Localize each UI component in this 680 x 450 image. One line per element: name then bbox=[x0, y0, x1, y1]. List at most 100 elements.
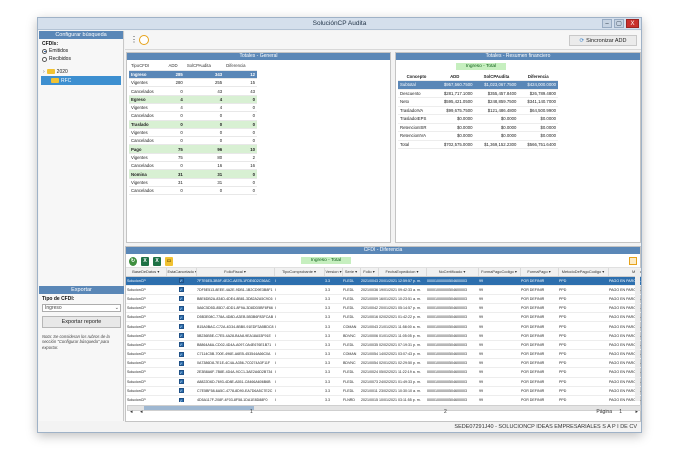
refresh-icon[interactable]: ↻ bbox=[129, 257, 137, 266]
first-page-icon[interactable]: ◂ bbox=[130, 409, 133, 415]
table-row[interactable]: Cancelados 0 0 0 bbox=[129, 136, 257, 146]
column-header[interactable]: FormaPagoCodigo ▾ bbox=[478, 268, 521, 277]
checkbox-checked-icon[interactable]: ✓ bbox=[178, 287, 184, 293]
checkbox-checked-icon[interactable]: ✓ bbox=[178, 351, 184, 357]
table-row[interactable]: Cancelados 0 0 0 bbox=[129, 111, 257, 121]
table-row[interactable]: Subtotal $957,560.7500 $1,023,067.7500 $424… bbox=[398, 80, 558, 90]
table-row[interactable]: Nomina 31 31 0 bbox=[129, 169, 257, 179]
column-header[interactable]: SolCPAudita bbox=[184, 62, 225, 71]
excel-detail-icon[interactable]: X bbox=[153, 257, 161, 266]
chevron-right-icon[interactable]: › bbox=[43, 69, 45, 75]
filter-icon[interactable]: ▾ bbox=[548, 269, 551, 274]
filter-icon[interactable]: ▾ bbox=[601, 269, 604, 274]
table-cell[interactable]: ✓ bbox=[166, 331, 196, 341]
table-row[interactable]: SolucionCP ✓ B8864A6A-CD02-4D4A-A097-0A4E6… bbox=[126, 340, 641, 351]
table-cell[interactable]: ✓ bbox=[166, 276, 196, 286]
export-report-button[interactable]: Exportar reporte bbox=[42, 316, 121, 328]
excel-export-icon[interactable]: X bbox=[141, 257, 149, 266]
table-row[interactable]: SolucionCP ✓ B15A0BAC-C72A-4D34-8BB0-91EDF… bbox=[126, 321, 641, 332]
table-cell[interactable]: ✓ bbox=[166, 285, 196, 295]
filter-icon[interactable]: ▾ bbox=[338, 269, 341, 274]
history-icon[interactable] bbox=[139, 35, 149, 45]
table-cell[interactable]: ✓ bbox=[166, 303, 196, 314]
checkbox-checked-icon[interactable]: ✓ bbox=[178, 305, 184, 311]
checkbox-checked-icon[interactable]: ✓ bbox=[178, 388, 184, 394]
radio-emitidos[interactable]: Emitidos bbox=[39, 47, 123, 55]
table-row[interactable]: SolucionCP ✓ 7F7E6E5-3B5F-4E2C-A87B-1FDE6D… bbox=[126, 276, 641, 286]
close-button[interactable]: X bbox=[626, 19, 639, 28]
menu-dots-icon[interactable]: ⋮ bbox=[130, 36, 138, 44]
table-row[interactable]: SolucionCP ✓ C7114C5B-700E-496E-A6EB-45354… bbox=[126, 349, 641, 360]
filter-icon[interactable]: ▾ bbox=[415, 269, 418, 274]
table-cell[interactable]: ✓ bbox=[166, 321, 196, 332]
table-row[interactable]: SolucionCP ✓ A8822D6D-7693-4D8E-A551-C8466… bbox=[126, 377, 641, 387]
checkbox-checked-icon[interactable]: ✓ bbox=[178, 278, 184, 284]
table-row[interactable]: SolucionCP ✓ 5B236B5E-C7E5-4A28-B4A8-9EA18… bbox=[126, 331, 641, 341]
table-cell[interactable]: ✓ bbox=[166, 294, 196, 305]
column-header[interactable]: Serie ▾ bbox=[342, 268, 361, 277]
maximize-button[interactable]: ▢ bbox=[614, 19, 624, 28]
radio-recibidos[interactable]: Recibidos bbox=[39, 55, 123, 63]
table-row[interactable]: Neto $595,421.0500 $248,859.7500 $341,140.7… bbox=[398, 97, 558, 107]
vertical-scrollbar[interactable] bbox=[635, 269, 640, 401]
filter-icon[interactable]: ▾ bbox=[313, 269, 316, 274]
checkbox-checked-icon[interactable]: ✓ bbox=[178, 314, 184, 320]
table-row[interactable]: Traslado 0 0 0 bbox=[129, 120, 257, 129]
table-row[interactable]: Vigentes 31 31 0 bbox=[129, 178, 257, 187]
column-header[interactable]: FormaPago ▾ bbox=[520, 268, 559, 277]
filter-icon[interactable]: ▾ bbox=[156, 269, 159, 274]
table-row[interactable]: TrasladoIVA $99,675.7500 $121,486.4800 $64,… bbox=[398, 106, 558, 115]
table-cell[interactable]: ✓ bbox=[166, 367, 196, 378]
table-row[interactable]: TrasladoIEPS $0.0000 $0.0000 $0.0000 bbox=[398, 114, 558, 124]
column-header[interactable]: EstaCancelado ▾ bbox=[166, 268, 197, 277]
columns-icon[interactable] bbox=[629, 257, 637, 265]
column-header[interactable]: TipoComprobante ▾ bbox=[274, 268, 325, 277]
table-row[interactable]: RetencionISR $0.0000 $0.0000 $0.0000 bbox=[398, 123, 558, 132]
checkbox-checked-icon[interactable]: ✓ bbox=[178, 333, 184, 339]
table-row[interactable]: Vigentes 4 4 0 bbox=[129, 103, 257, 113]
table-row[interactable]: Pago 75 96 10 bbox=[129, 144, 257, 154]
table-row[interactable]: Total $702,575.0000 $1,369,152.2300 $566,75… bbox=[398, 140, 558, 149]
table-row[interactable]: SolucionCP ✓ 5A6C5D5D-85D7-4DD1-8F9A-3D8DD… bbox=[126, 303, 641, 314]
column-header[interactable]: BaseDeDatos ▾ bbox=[126, 268, 167, 277]
table-cell[interactable]: ✓ bbox=[166, 340, 196, 351]
filter-icon[interactable]: ▾ bbox=[372, 269, 375, 274]
table-row[interactable]: SolucionCP ✓ C7E5BF58-6A5C-4778-8D90-EA7D6… bbox=[126, 386, 641, 396]
column-header[interactable]: Version ▾ bbox=[324, 268, 343, 277]
column-header[interactable]: TipoCFDI bbox=[129, 62, 167, 71]
column-header[interactable]: ADD bbox=[434, 72, 475, 81]
filter-icon[interactable]: ▾ bbox=[354, 269, 357, 274]
column-header[interactable]: MetodoDePagoCodigo ▾ bbox=[558, 268, 609, 277]
table-row[interactable]: SolucionCP ✓ 4D5A117F-208F-4F03-8F58-1DA1E… bbox=[126, 395, 641, 402]
table-row[interactable]: SolucionCP ✓ 0A7386D8-7E1E-4C4A-A356-7C027… bbox=[126, 358, 641, 369]
table-cell[interactable]: ✓ bbox=[166, 312, 196, 323]
table-row[interactable]: SolucionCP ✓ D5B3E08C-778A-4D8D-A3EB-5B3B6… bbox=[126, 312, 641, 323]
next-page-icon[interactable]: ▸ bbox=[635, 409, 638, 415]
tipo-cfdi-select[interactable]: Ingreso ⌄ bbox=[42, 304, 121, 312]
prev-page-icon[interactable]: ◂ bbox=[140, 409, 143, 415]
table-row[interactable]: SolucionCP ✓ 7DF5E513-8EEE-4A2E-9DB1-1B2CD… bbox=[126, 285, 641, 295]
table-row[interactable]: Cancelados 0 16 16 bbox=[129, 161, 257, 171]
column-header[interactable]: Folio ▾ bbox=[360, 268, 379, 277]
tree-node-year[interactable]: › 2020 bbox=[41, 67, 121, 76]
folder-icon[interactable]: ▭ bbox=[165, 257, 173, 266]
checkbox-checked-icon[interactable]: ✓ bbox=[178, 369, 184, 375]
sync-add-button[interactable]: ⟳ Sincronizar ADD bbox=[569, 35, 637, 46]
column-header[interactable]: Diferencia bbox=[224, 62, 257, 71]
checkbox-checked-icon[interactable]: ✓ bbox=[178, 360, 184, 366]
table-row[interactable]: Vigentes 75 80 2 bbox=[129, 153, 257, 163]
column-header[interactable]: FolioFiscal ▾ bbox=[196, 268, 275, 277]
filter-icon[interactable]: ▾ bbox=[243, 269, 246, 274]
checkbox-checked-icon[interactable]: ✓ bbox=[178, 342, 184, 348]
table-row[interactable]: Descuento $281,717.1000 $355,457.8400 $26,7… bbox=[398, 89, 558, 98]
table-row[interactable]: Cancelados 0 0 0 bbox=[129, 186, 257, 196]
table-row[interactable]: Cancelados 0 43 43 bbox=[129, 86, 257, 96]
table-cell[interactable]: ✓ bbox=[166, 386, 196, 396]
table-row[interactable]: Vigentes 280 255 15 bbox=[129, 78, 257, 88]
table-cell[interactable]: ✓ bbox=[166, 377, 196, 387]
column-header[interactable]: SolCPAudita bbox=[474, 72, 519, 81]
column-header[interactable]: Concepto bbox=[398, 72, 435, 81]
table-row[interactable]: SolucionCP ✓ B8E6DB2A-834D-4DE4-8B81-3D82A… bbox=[126, 294, 641, 305]
table-row[interactable]: SolucionCP ✓ 2E3B8A6F-7B8E-4D4A-9CC1-3AE2A… bbox=[126, 367, 641, 378]
column-header[interactable]: NoCertificado ▾ bbox=[426, 268, 479, 277]
